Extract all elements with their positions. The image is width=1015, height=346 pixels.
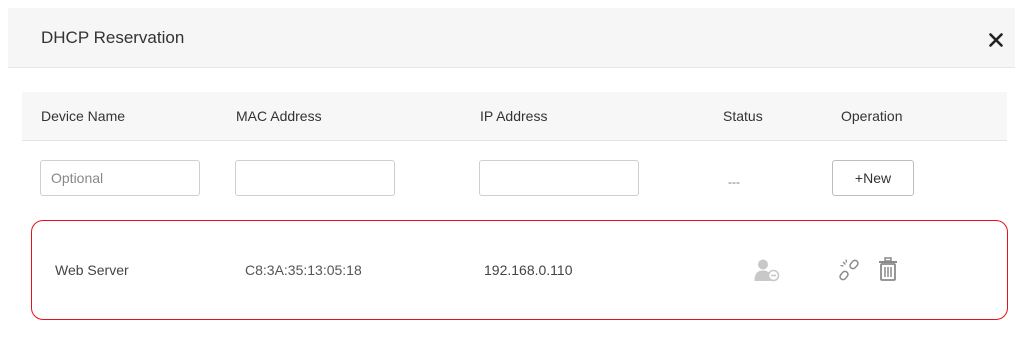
new-button[interactable]: +New [832,160,914,196]
status-placeholder: --- [728,175,740,189]
row-mac-address: C8:3A:35:13:05:18 [245,262,362,278]
row-ip-address: 192.168.0.110 [484,262,573,278]
header-mac-address: MAC Address [236,108,322,124]
header-device-name: Device Name [41,108,126,124]
unbind-icon[interactable] [839,258,861,282]
mac-address-input[interactable] [235,160,395,196]
header-ip-address: IP Address [480,108,548,124]
dialog-title: DHCP Reservation [41,28,185,47]
ip-address-input[interactable] [479,160,639,196]
table-header-row: Device Name MAC Address IP Address Statu… [22,92,1007,141]
table-row: Web Server C8:3A:35:13:05:18 192.168.0.1… [31,220,1008,320]
dialog-header: DHCP Reservation [8,8,1015,68]
close-icon [989,33,1003,47]
device-name-input[interactable] [40,160,200,196]
user-offline-icon [754,259,780,282]
header-operation: Operation [841,108,903,124]
delete-icon[interactable] [878,257,898,281]
close-button[interactable] [986,30,1006,50]
row-device-name: Web Server [55,262,129,278]
header-status: Status [723,108,763,124]
new-entry-row: --- +New [22,141,1007,221]
